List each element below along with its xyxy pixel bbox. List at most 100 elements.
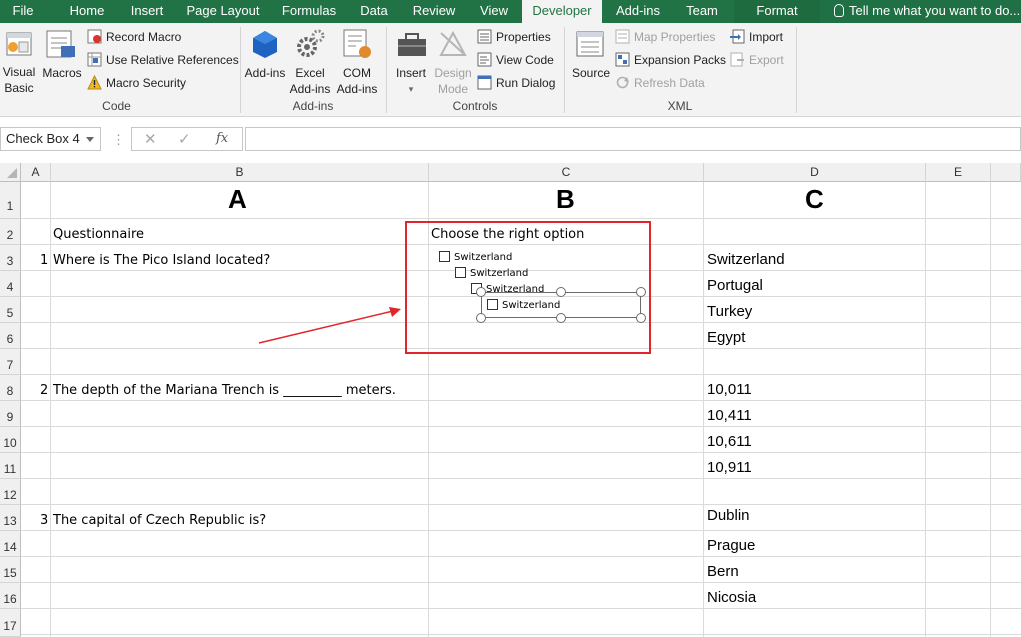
cancel-icon[interactable]: ✕ bbox=[144, 130, 157, 148]
chevron-down-icon[interactable] bbox=[86, 137, 94, 142]
row-header[interactable]: 10 bbox=[0, 427, 21, 453]
expansion-packs-button[interactable]: Expansion Packs bbox=[634, 53, 726, 67]
gridline bbox=[21, 634, 1021, 635]
group-separator bbox=[386, 27, 387, 113]
gridline bbox=[21, 556, 1021, 557]
export-button[interactable]: Export bbox=[749, 53, 784, 67]
cell-d10[interactable]: 10,611 bbox=[707, 433, 752, 450]
cell-b13[interactable]: The capital of Czech Republic is? bbox=[53, 513, 266, 528]
gridline bbox=[21, 478, 1021, 479]
cell-d8[interactable]: 10,011 bbox=[707, 381, 752, 398]
row-header[interactable]: 6 bbox=[0, 323, 21, 349]
tab-home[interactable]: Home bbox=[62, 0, 112, 23]
row-header[interactable]: 3 bbox=[0, 245, 21, 271]
row-header[interactable]: 11 bbox=[0, 453, 21, 479]
cell-d14[interactable]: Prague bbox=[707, 537, 755, 554]
tab-file[interactable]: File bbox=[0, 0, 46, 23]
cell-d3[interactable]: Switzerland bbox=[707, 251, 785, 268]
cell-d13[interactable]: Dublin bbox=[707, 507, 750, 524]
cell-d4[interactable]: Portugal bbox=[707, 277, 763, 294]
tell-me-search[interactable]: Tell me what you want to do... bbox=[820, 0, 1021, 23]
cell-a13[interactable]: 3 bbox=[40, 513, 48, 528]
ribbon-panel: Visual Basic Macros Record Macro Use Rel… bbox=[0, 23, 1021, 117]
column-header-e[interactable]: E bbox=[926, 163, 991, 182]
enter-icon[interactable]: ✓ bbox=[178, 130, 191, 148]
cell-d11[interactable]: 10,911 bbox=[707, 459, 752, 476]
tab-view[interactable]: View bbox=[474, 0, 514, 23]
cell-b8[interactable]: The depth of the Mariana Trench is _____… bbox=[53, 383, 396, 398]
add-ins-button[interactable]: Add-ins bbox=[244, 65, 286, 81]
com-add-ins-button[interactable]: COM Add-ins bbox=[334, 65, 380, 97]
properties-icon bbox=[477, 29, 492, 44]
insert-control-button[interactable]: Insert bbox=[392, 65, 430, 81]
import-button[interactable]: Import bbox=[749, 30, 783, 44]
run-dialog-button[interactable]: Run Dialog bbox=[496, 76, 555, 90]
row-header[interactable]: 1 bbox=[0, 182, 21, 219]
map-properties-button[interactable]: Map Properties bbox=[634, 30, 715, 44]
macros-button[interactable]: Macros bbox=[40, 65, 84, 81]
column-header-d[interactable]: D bbox=[704, 163, 926, 182]
cell-d1[interactable]: C bbox=[805, 184, 824, 215]
gridline bbox=[50, 182, 51, 637]
cell-a8[interactable]: 2 bbox=[40, 383, 48, 398]
row-header[interactable]: 8 bbox=[0, 375, 21, 401]
export-icon bbox=[730, 52, 744, 67]
cell-a3[interactable]: 1 bbox=[40, 253, 48, 268]
row-header[interactable]: 13 bbox=[0, 505, 21, 531]
name-box-value: Check Box 4 bbox=[6, 131, 80, 146]
row-header[interactable]: 7 bbox=[0, 349, 21, 375]
cell-c1[interactable]: B bbox=[556, 184, 575, 215]
gridline bbox=[21, 530, 1021, 531]
tab-formulas[interactable]: Formulas bbox=[278, 0, 340, 23]
gridline bbox=[21, 452, 1021, 453]
row-header[interactable]: 5 bbox=[0, 297, 21, 323]
macros-icon bbox=[46, 30, 75, 58]
design-mode-button[interactable]: Design Mode bbox=[432, 65, 474, 97]
cell-d9[interactable]: 10,411 bbox=[707, 407, 752, 424]
row-header[interactable]: 12 bbox=[0, 479, 21, 505]
excel-add-ins-button[interactable]: Excel Add-ins bbox=[286, 65, 334, 97]
tab-format[interactable]: Format bbox=[734, 0, 820, 23]
refresh-data-button[interactable]: Refresh Data bbox=[634, 76, 705, 90]
visual-basic-button[interactable]: Visual Basic bbox=[0, 64, 38, 96]
use-relative-references-button[interactable]: Use Relative References bbox=[106, 53, 239, 67]
formula-input[interactable] bbox=[245, 127, 1021, 151]
select-all-corner[interactable] bbox=[0, 163, 21, 182]
column-header-a[interactable]: A bbox=[21, 163, 51, 182]
group-separator bbox=[796, 27, 797, 113]
tab-team[interactable]: Team bbox=[680, 0, 724, 23]
row-header[interactable]: 14 bbox=[0, 531, 21, 557]
row-header[interactable]: 2 bbox=[0, 219, 21, 245]
tab-page-layout[interactable]: Page Layout bbox=[184, 0, 262, 23]
column-header-b[interactable]: B bbox=[51, 163, 429, 182]
view-code-button[interactable]: View Code bbox=[496, 53, 554, 67]
gridline bbox=[21, 400, 1021, 401]
select-all-triangle-icon bbox=[7, 168, 17, 178]
cell-b1[interactable]: A bbox=[228, 184, 247, 215]
cell-b3[interactable]: Where is The Pico Island located? bbox=[53, 253, 270, 268]
name-box[interactable]: Check Box 4 bbox=[0, 127, 101, 151]
cell-d6[interactable]: Egypt bbox=[707, 329, 745, 346]
cell-d16[interactable]: Nicosia bbox=[707, 589, 756, 606]
row-header[interactable]: 17 bbox=[0, 609, 21, 637]
cell-b2[interactable]: Questionnaire bbox=[53, 227, 144, 242]
tab-add-ins[interactable]: Add-ins bbox=[610, 0, 666, 23]
tab-data[interactable]: Data bbox=[354, 0, 394, 23]
cell-d15[interactable]: Bern bbox=[707, 563, 739, 580]
row-header[interactable]: 4 bbox=[0, 271, 21, 297]
column-header-f[interactable] bbox=[991, 163, 1021, 182]
properties-button[interactable]: Properties bbox=[496, 30, 551, 44]
tab-review[interactable]: Review bbox=[408, 0, 460, 23]
tab-developer[interactable]: Developer bbox=[522, 0, 602, 23]
macro-security-button[interactable]: Macro Security bbox=[106, 76, 186, 90]
source-button[interactable]: Source bbox=[570, 65, 612, 81]
row-header[interactable]: 15 bbox=[0, 557, 21, 583]
row-header[interactable]: 16 bbox=[0, 583, 21, 609]
column-header-c[interactable]: C bbox=[429, 163, 704, 182]
cell-d5[interactable]: Turkey bbox=[707, 303, 752, 320]
record-macro-button[interactable]: Record Macro bbox=[106, 30, 181, 44]
tab-insert[interactable]: Insert bbox=[125, 0, 169, 23]
insert-function-icon[interactable]: fx bbox=[216, 131, 228, 146]
row-header[interactable]: 9 bbox=[0, 401, 21, 427]
design-mode-icon bbox=[439, 30, 467, 56]
